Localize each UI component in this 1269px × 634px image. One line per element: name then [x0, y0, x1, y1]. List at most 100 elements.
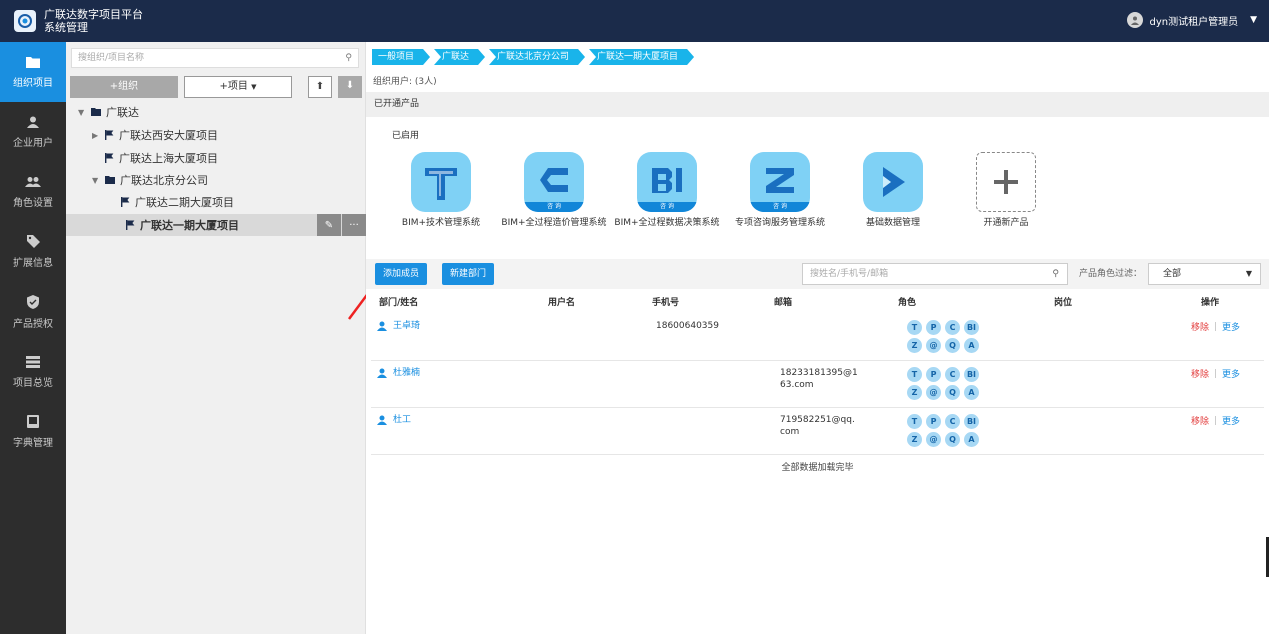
- new-department-button[interactable]: 新建部门: [442, 263, 495, 285]
- nav-label: 字典管理: [13, 438, 53, 449]
- user-menu[interactable]: dyn测试租户管理员 ▼: [1127, 12, 1257, 28]
- divider: [1215, 322, 1217, 331]
- folder-icon: [105, 176, 115, 184]
- user-icon: [377, 321, 387, 331]
- breadcrumb-item[interactable]: 一般项目: [372, 49, 430, 65]
- expand-icon[interactable]: ▶: [92, 131, 100, 140]
- breadcrumb-item[interactable]: 广联达北京分公司: [489, 49, 585, 65]
- role-icon: Q: [945, 338, 960, 353]
- app-logo-icon: [14, 10, 36, 32]
- consult-tag: 咨 询: [750, 202, 810, 212]
- role-icon: BI: [964, 414, 979, 429]
- tree-item-phase1-selected[interactable]: 广联达一期大厦项目 ✎ ···: [66, 214, 366, 236]
- role-icon: T: [907, 320, 922, 335]
- role-icon: A: [964, 432, 979, 447]
- breadcrumb-item[interactable]: 广联达一期大厦项目: [589, 49, 694, 65]
- role-filter-select[interactable]: 全部 ▼: [1148, 263, 1261, 285]
- member-name[interactable]: 杜雅楠: [377, 367, 420, 379]
- edit-button[interactable]: ✎: [317, 214, 341, 236]
- role-icons: T P C BI Z @ Q A: [907, 367, 987, 400]
- column-header: 部门/姓名: [379, 298, 419, 308]
- role-icon: @: [926, 338, 941, 353]
- more-link[interactable]: 更多: [1222, 367, 1240, 380]
- tree-item-actions: ✎ ···: [316, 214, 366, 236]
- org-search-input[interactable]: 搜组织/项目名称 ⚲: [71, 48, 359, 68]
- member-name-text: 王卓琦: [393, 321, 421, 331]
- breadcrumb-item[interactable]: 广联达: [434, 49, 485, 65]
- shield-icon: [27, 294, 39, 309]
- product-card-bi[interactable]: 咨 询 BIM+全过程数据决策系统: [612, 152, 722, 229]
- remove-link[interactable]: 移除: [1191, 320, 1209, 333]
- more-options-button[interactable]: ···: [342, 214, 366, 236]
- role-icon: Z: [907, 338, 922, 353]
- product-name: 开通新产品: [983, 218, 1029, 228]
- nav-item-dictionary[interactable]: 字典管理: [0, 402, 66, 462]
- download-button[interactable]: ⬇: [338, 76, 362, 98]
- add-project-button[interactable]: +项目 ▼: [184, 76, 292, 98]
- remove-link[interactable]: 移除: [1191, 367, 1209, 380]
- member-name[interactable]: 王卓琦: [377, 320, 420, 332]
- role-icon: A: [964, 338, 979, 353]
- enabled-label: 已启用: [392, 131, 420, 141]
- more-link[interactable]: 更多: [1222, 414, 1240, 427]
- email-cell: 719582251@qq. com: [780, 414, 855, 438]
- tree-item-shanghai[interactable]: 广联达上海大厦项目: [105, 147, 218, 169]
- product-card-tech[interactable]: BIM+技术管理系统: [386, 152, 496, 229]
- divider: [1215, 416, 1217, 425]
- chevron-down-icon: ▼: [251, 83, 257, 91]
- nav-label: 组织项目: [13, 77, 53, 89]
- search-placeholder: 搜姓名/手机号/邮箱: [810, 269, 889, 279]
- nav-item-product-license[interactable]: 产品授权: [0, 282, 66, 342]
- tree-item-root[interactable]: ▼ 广联达: [78, 101, 139, 123]
- member-name-text: 杜雅楠: [393, 368, 421, 378]
- product-card-special[interactable]: 咨 询 专项咨询服务管理系统: [725, 152, 835, 229]
- role-icon: Q: [945, 432, 960, 447]
- member-search-input[interactable]: 搜姓名/手机号/邮箱 ⚲: [802, 263, 1068, 285]
- product-name: BIM+全过程数据决策系统: [614, 218, 720, 228]
- role-filter-label: 产品角色过滤：: [1079, 269, 1143, 279]
- tree-item-label: 广联达北京分公司: [120, 174, 208, 187]
- nav-label: 项目总览: [13, 377, 53, 389]
- role-icon: Z: [907, 432, 922, 447]
- nav-item-enterprise-users[interactable]: 企业用户: [0, 102, 66, 162]
- collapse-icon[interactable]: ▼: [92, 176, 100, 185]
- flag-icon: [105, 153, 114, 163]
- nav-item-project-overview[interactable]: 项目总览: [0, 342, 66, 402]
- role-icon: P: [926, 320, 941, 335]
- tree-item-xian[interactable]: ▶ 广联达西安大厦项目: [92, 124, 218, 146]
- product-name: BIM+全过程造价管理系统: [501, 218, 607, 228]
- product-name: 专项咨询服务管理系统: [734, 218, 825, 228]
- collapse-icon[interactable]: ▼: [78, 108, 86, 117]
- chevron-down-icon: ▼: [1250, 15, 1257, 25]
- product-card-add[interactable]: 开通新产品: [951, 152, 1061, 229]
- bim-cost-icon: 咨 询: [524, 152, 584, 212]
- upload-button[interactable]: ⬆: [308, 76, 332, 98]
- product-card-cost[interactable]: 咨 询 BIM+全过程造价管理系统: [499, 152, 609, 229]
- role-icon: @: [926, 432, 941, 447]
- search-icon[interactable]: ⚲: [1052, 264, 1059, 284]
- remove-link[interactable]: 移除: [1191, 414, 1209, 427]
- nav-item-org-projects[interactable]: 组织项目: [0, 42, 66, 102]
- tree-item-beijing[interactable]: ▼ 广联达北京分公司: [92, 169, 208, 191]
- role-icon: Q: [945, 385, 960, 400]
- member-name[interactable]: 杜工: [377, 414, 411, 426]
- email-line: 63.com: [780, 380, 814, 390]
- role-icon: P: [926, 367, 941, 382]
- bim-tech-icon: [411, 152, 471, 212]
- product-card-basedata[interactable]: 基础数据管理: [838, 152, 948, 229]
- search-icon[interactable]: ⚲: [345, 49, 352, 67]
- plus-icon: [976, 152, 1036, 212]
- main-content: 一般项目 广联达 广联达北京分公司 广联达一期大厦项目 组织用户: (3人) 已…: [366, 42, 1269, 634]
- tree-item-phase2[interactable]: 广联达二期大厦项目: [121, 191, 234, 213]
- role-icon: C: [945, 367, 960, 382]
- member-name-text: 杜工: [393, 415, 412, 425]
- add-org-button[interactable]: +组织: [70, 76, 178, 98]
- add-member-button[interactable]: 添加成员: [375, 263, 428, 285]
- nav-item-role-settings[interactable]: 角色设置: [0, 162, 66, 222]
- pencil-icon: ✎: [324, 219, 334, 231]
- add-project-label: +项目: [219, 81, 248, 92]
- email-line: 719582251@qq.: [780, 415, 855, 425]
- nav-item-extension-info[interactable]: 扩展信息: [0, 222, 66, 282]
- app-title: 广联达数字项目平台 系统管理: [44, 8, 143, 34]
- more-link[interactable]: 更多: [1222, 320, 1240, 333]
